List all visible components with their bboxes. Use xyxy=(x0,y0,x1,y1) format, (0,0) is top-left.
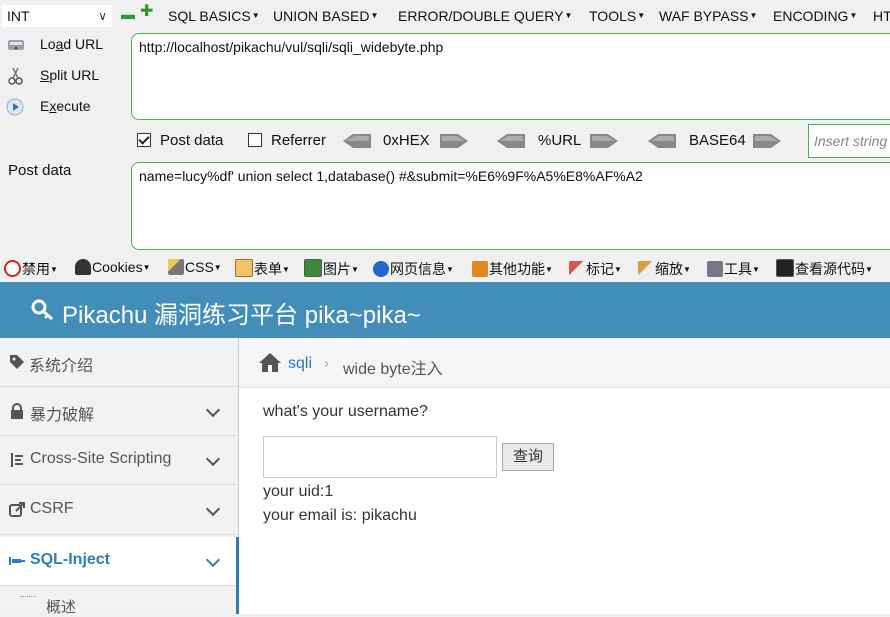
menu-html[interactable]: HT xyxy=(873,8,890,24)
menu-sql-basics[interactable]: SQL BASICS▼ xyxy=(168,8,260,24)
hex-encoder-label: 0xHEX xyxy=(383,132,430,149)
sidebar-item-csrf[interactable]: CSRF xyxy=(0,486,238,535)
url-encode-arrow-icon[interactable] xyxy=(590,134,618,148)
chevron-down-icon xyxy=(205,501,221,517)
main-content xyxy=(239,388,890,614)
toolbar-disable[interactable]: 禁用▼ xyxy=(4,259,58,279)
result-email: your email is: pikachu xyxy=(263,507,417,524)
chevron-right-icon: › xyxy=(324,355,329,372)
execute-button[interactable]: Execute xyxy=(6,98,91,122)
toolbar-forms[interactable]: 表单▼ xyxy=(235,259,290,279)
page-header: Pikachu 漏洞练习平台 pika~pika~ xyxy=(0,282,890,338)
syringe-icon xyxy=(9,557,25,565)
post-data-checkbox-label: Post data xyxy=(160,132,224,149)
scissors-icon xyxy=(6,67,26,86)
post-data-label: Post data xyxy=(8,162,72,179)
person-icon xyxy=(75,259,91,275)
menu-tools[interactable]: TOOLS▼ xyxy=(589,8,645,24)
key-icon xyxy=(31,299,53,321)
url-encoder-label: %URL xyxy=(538,132,582,149)
chevron-down-icon: ∨ xyxy=(98,9,107,23)
submenu-connector xyxy=(20,596,36,597)
type-select-value: INT xyxy=(7,8,30,24)
toolbar-css[interactable]: CSS▼ xyxy=(168,259,222,275)
toolbar-page-info[interactable]: 网页信息▼ xyxy=(373,259,454,279)
toolbar-images[interactable]: 图片▼ xyxy=(304,259,359,279)
breadcrumb-root-link[interactable]: sqli xyxy=(288,355,312,373)
share-icon xyxy=(9,502,25,517)
disable-icon xyxy=(4,260,21,277)
toolbar-outline[interactable]: 标记▼ xyxy=(569,259,622,279)
breadcrumb: sqli › wide byte注入 xyxy=(239,338,890,388)
url-value: http://localhost/pikachu/vul/sqli/sqli_w… xyxy=(139,39,444,55)
result-uid: your uid:1 xyxy=(263,483,334,500)
menu-union-based[interactable]: UNION BASED▼ xyxy=(273,8,378,24)
type-select[interactable]: INT ∨ xyxy=(2,5,112,27)
sidebar-item-intro[interactable]: 系统介绍 xyxy=(0,338,238,387)
chevron-down-icon xyxy=(205,451,221,467)
base64-decode-arrow-icon[interactable] xyxy=(648,134,676,148)
tools-icon xyxy=(707,261,723,277)
toolbar-cookies[interactable]: Cookies▼ xyxy=(75,259,151,275)
split-url-button[interactable]: Split URL xyxy=(6,67,99,91)
page-title[interactable]: Pikachu 漏洞练习平台 pika~pika~ xyxy=(62,295,421,330)
load-url-button[interactable]: Load URL xyxy=(6,36,103,60)
sidebar-item-xss[interactable]: Cross-Site Scripting xyxy=(0,436,238,485)
username-input[interactable] xyxy=(263,436,497,478)
username-prompt: what's your username? xyxy=(263,403,428,420)
tags-icon xyxy=(10,355,24,369)
insert-string-input[interactable]: Insert string xyxy=(808,124,890,158)
post-data-checkbox[interactable] xyxy=(137,133,151,147)
clipboard-icon xyxy=(235,259,253,277)
hackbar-menu-bar: INT ∨ ▬ ✚ SQL BASICS▼ UNION BASED▼ ERROR… xyxy=(0,0,890,32)
referrer-checkbox[interactable] xyxy=(248,133,262,147)
misc-icon xyxy=(472,261,488,277)
sidebar-item-brute-force[interactable]: 暴力破解 xyxy=(0,387,238,436)
chevron-down-icon xyxy=(205,552,221,568)
webdev-toolbar: 禁用▼ Cookies▼ CSS▼ 表单▼ 图片▼ 网页信息▼ 其他功能▼ 标记… xyxy=(0,255,890,281)
toolbar-resize[interactable]: 缩放▼ xyxy=(638,259,691,279)
breadcrumb-current: wide byte注入 xyxy=(343,361,443,378)
menu-waf-bypass[interactable]: WAF BYPASS▼ xyxy=(659,8,757,24)
plus-icon[interactable]: ✚ xyxy=(140,4,153,20)
query-button[interactable]: 查询 xyxy=(502,443,554,471)
list-tree-icon xyxy=(11,453,23,467)
post-data-value: name=lucy%df' union select 1,database() … xyxy=(139,168,643,184)
info-icon xyxy=(373,261,389,277)
toolbar-tools[interactable]: 工具▼ xyxy=(707,259,760,279)
lock-icon xyxy=(11,403,23,419)
minus-icon[interactable]: ▬ xyxy=(121,7,135,21)
post-data-textarea[interactable]: name=lucy%df' union select 1,database() … xyxy=(131,162,890,250)
sidebar-item-sql-inject[interactable]: SQL-Inject xyxy=(0,537,238,586)
ruler-icon xyxy=(638,261,654,277)
hex-encode-arrow-icon[interactable] xyxy=(440,134,468,148)
chevron-down-icon xyxy=(205,402,221,418)
load-url-icon xyxy=(6,36,26,54)
url-decode-arrow-icon[interactable] xyxy=(497,134,525,148)
url-textarea[interactable]: http://localhost/pikachu/vul/sqli/sqli_w… xyxy=(131,33,890,120)
sidebar: 系统介绍 暴力破解 Cross-Site Scripting CSRF SQL-… xyxy=(0,338,239,616)
insert-string-placeholder: Insert string xyxy=(814,133,888,149)
hex-decode-arrow-icon[interactable] xyxy=(343,134,371,148)
base64-encoder-label: BASE64 xyxy=(689,132,746,149)
toolbar-misc[interactable]: 其他功能▼ xyxy=(472,259,553,279)
menu-error-double-query[interactable]: ERROR/DOUBLE QUERY▼ xyxy=(398,8,572,24)
marker-icon xyxy=(569,261,585,277)
menu-encoding[interactable]: ENCODING▼ xyxy=(773,8,857,24)
terminal-icon xyxy=(776,259,794,277)
pencil-icon xyxy=(168,259,184,275)
toolbar-view-source[interactable]: 查看源代码▼ xyxy=(776,259,873,279)
referrer-checkbox-label: Referrer xyxy=(271,132,327,149)
home-icon[interactable] xyxy=(259,353,281,372)
image-icon xyxy=(304,259,322,277)
base64-encode-arrow-icon[interactable] xyxy=(753,134,781,148)
play-icon xyxy=(6,98,26,116)
